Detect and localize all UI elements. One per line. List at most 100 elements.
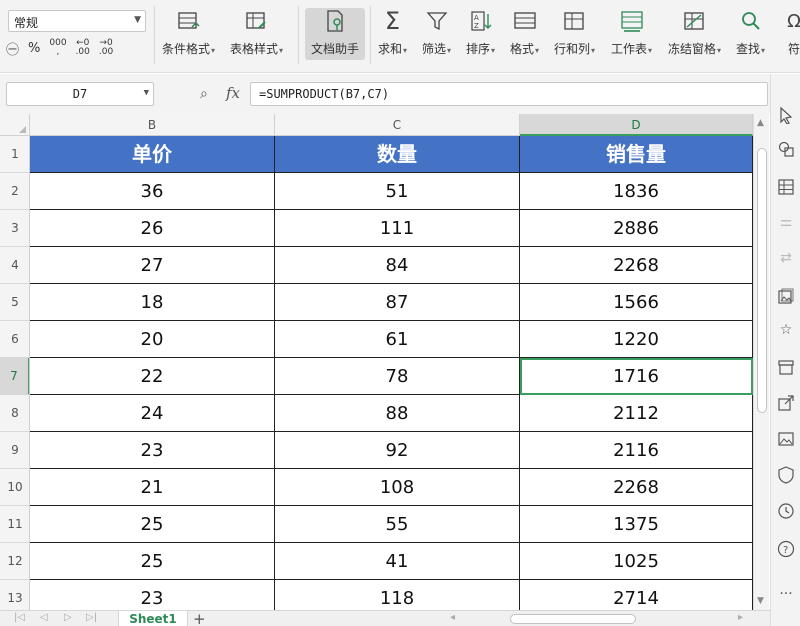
row-header[interactable]: 9 [0, 432, 29, 469]
vertical-scrollbar[interactable]: ▲ ▼ [753, 114, 769, 610]
cell-d2[interactable]: 1836 [520, 173, 753, 210]
horizontal-scrollbar[interactable]: ◂ ▸ [450, 612, 750, 625]
cursor-icon[interactable] [777, 106, 795, 125]
cell-b12[interactable]: 25 [30, 543, 275, 580]
cell-b4[interactable]: 27 [30, 247, 275, 284]
thousands-icon[interactable]: 000, [49, 39, 66, 57]
row-header[interactable]: 5 [0, 284, 29, 321]
cell-b10[interactable]: 21 [30, 469, 275, 506]
help-icon[interactable]: ? [777, 540, 795, 558]
cell-b8[interactable]: 24 [30, 395, 275, 432]
more-icon[interactable]: ··· [777, 586, 795, 604]
image-gallery-icon[interactable] [777, 288, 795, 306]
shapes-icon[interactable] [777, 140, 795, 158]
cell-b6[interactable]: 20 [30, 321, 275, 358]
row-header[interactable]: 3 [0, 210, 29, 247]
row-header[interactable]: 13 [0, 580, 29, 610]
cell-b5[interactable]: 18 [30, 284, 275, 321]
sort-button[interactable]: AZ 排序▾ [466, 8, 495, 60]
prev-sheet-icon[interactable]: ◁ [40, 612, 48, 623]
cell-c9[interactable]: 92 [275, 432, 520, 469]
row-header[interactable]: 7 [0, 358, 29, 395]
row-header[interactable]: 4 [0, 247, 29, 284]
scroll-right-icon[interactable]: ▸ [738, 612, 743, 623]
cell-c7[interactable]: 78 [275, 358, 520, 395]
cell-b11[interactable]: 25 [30, 506, 275, 543]
number-format-select[interactable]: 常规 ▼ [8, 10, 146, 32]
row-header[interactable]: 11 [0, 506, 29, 543]
add-sheet-icon[interactable]: + [193, 610, 206, 626]
row-header[interactable]: 10 [0, 469, 29, 506]
cell-b9[interactable]: 23 [30, 432, 275, 469]
rows-cols-button[interactable]: 行和列▾ [554, 8, 595, 60]
cell-c4[interactable]: 84 [275, 247, 520, 284]
cell-d9[interactable]: 2116 [520, 432, 753, 469]
archive-box-icon[interactable] [777, 358, 795, 376]
row-header[interactable]: 6 [0, 321, 29, 358]
scroll-up-icon[interactable]: ▲ [757, 118, 764, 128]
next-sheet-icon[interactable]: ▷ [64, 612, 72, 623]
name-box[interactable]: D7 ▼ [6, 82, 154, 106]
cell-c10[interactable]: 108 [275, 469, 520, 506]
cell-d6[interactable]: 1220 [520, 321, 753, 358]
picture-icon[interactable] [777, 430, 795, 448]
currency-icon[interactable]: ㊀ [6, 39, 19, 58]
select-all-corner[interactable] [0, 114, 30, 136]
cell-d10[interactable]: 2268 [520, 469, 753, 506]
cell-c8[interactable]: 88 [275, 395, 520, 432]
history-clock-icon[interactable] [777, 502, 795, 520]
first-sheet-icon[interactable]: |◁ [14, 612, 25, 623]
percent-icon[interactable]: % [28, 41, 40, 56]
cell-b2[interactable]: 36 [30, 173, 275, 210]
cell-c2[interactable]: 51 [275, 173, 520, 210]
conditional-format-button[interactable]: 条件格式▾ [162, 8, 215, 60]
column-header-d[interactable]: D [520, 114, 753, 136]
column-header-c[interactable]: C [275, 114, 520, 136]
find-button[interactable]: 查找▾ [736, 8, 765, 60]
cell-d12[interactable]: 1025 [520, 543, 753, 580]
header-cell-price[interactable]: 单价 [30, 136, 275, 173]
freeze-panes-button[interactable]: 冻结窗格▾ [668, 8, 721, 60]
tab-sheet1[interactable]: Sheet1 [118, 611, 188, 626]
share-icon[interactable] [777, 394, 795, 412]
scroll-thumb[interactable] [757, 148, 767, 413]
star-icon[interactable]: ☆ [777, 322, 795, 340]
table-style-button[interactable]: 表格样式▾ [230, 8, 283, 60]
cell-b13[interactable]: 23 [30, 580, 275, 610]
cell-d8[interactable]: 2112 [520, 395, 753, 432]
header-cell-quantity[interactable]: 数量 [275, 136, 520, 173]
scroll-down-icon[interactable]: ▼ [757, 596, 764, 606]
cell-d3[interactable]: 2886 [520, 210, 753, 247]
cell-d4[interactable]: 2268 [520, 247, 753, 284]
cell-b7[interactable]: 22 [30, 358, 275, 395]
transfer-icon[interactable]: ⇄ [777, 250, 795, 268]
decrease-decimal-icon[interactable]: →0.00 [99, 39, 113, 57]
scroll-thumb[interactable] [510, 614, 636, 624]
fx-icon[interactable]: fx [226, 84, 240, 102]
column-header-b[interactable]: B [30, 114, 275, 136]
scroll-left-icon[interactable]: ◂ [450, 612, 455, 623]
cell-d7[interactable]: 1716 [520, 358, 753, 395]
cell-c3[interactable]: 111 [275, 210, 520, 247]
row-header[interactable]: 12 [0, 543, 29, 580]
cell-d11[interactable]: 1375 [520, 506, 753, 543]
formula-input[interactable]: =SUMPRODUCT(B7,C7) [250, 82, 768, 106]
cell-c13[interactable]: 118 [275, 580, 520, 610]
table-grid-icon[interactable] [777, 178, 795, 196]
zoom-search-icon[interactable]: ⌕ [200, 86, 208, 102]
increase-decimal-icon[interactable]: ←0.00 [76, 39, 90, 57]
row-header[interactable]: 1 [0, 136, 29, 173]
doc-helper-button[interactable]: 文档助手 [305, 8, 366, 60]
cell-c5[interactable]: 87 [275, 284, 520, 321]
cell-c6[interactable]: 61 [275, 321, 520, 358]
last-sheet-icon[interactable]: ▷| [86, 612, 97, 623]
format-button[interactable]: 格式▾ [510, 8, 539, 60]
cell-d5[interactable]: 1566 [520, 284, 753, 321]
cell-d13[interactable]: 2714 [520, 580, 753, 610]
sum-button[interactable]: Σ 求和▾ [378, 7, 407, 60]
symbol-button[interactable]: Ω 符 [780, 8, 800, 60]
row-header[interactable]: 2 [0, 173, 29, 210]
row-header[interactable]: 8 [0, 395, 29, 432]
header-cell-sales[interactable]: 销售量 [520, 136, 753, 173]
cell-b3[interactable]: 26 [30, 210, 275, 247]
